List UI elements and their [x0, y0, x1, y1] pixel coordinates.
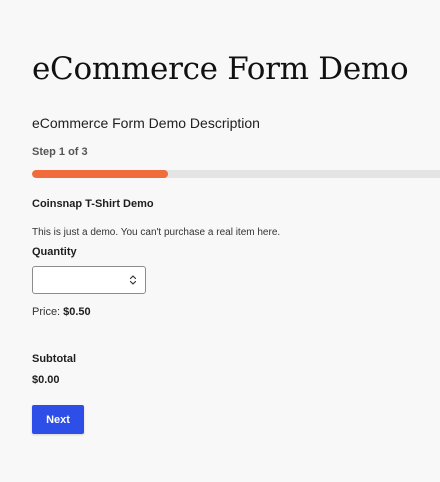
quantity-input[interactable] [32, 266, 146, 294]
subtotal-value: $0.00 [32, 374, 60, 386]
progress-bar-fill [32, 170, 168, 178]
price-row: Price: $0.50 [32, 305, 91, 319]
product-name: Coinsnap T-Shirt Demo [32, 198, 154, 210]
quantity-label: Quantity [32, 246, 77, 258]
price-value: $0.50 [63, 306, 91, 318]
spinner-arrows-icon[interactable] [129, 274, 137, 286]
page-title: eCommerce Form Demo [32, 51, 409, 87]
product-description: This is just a demo. You can't purchase … [32, 227, 281, 238]
form-description: eCommerce Form Demo Description [32, 115, 260, 131]
progress-bar [32, 170, 440, 178]
price-label: Price: [32, 306, 61, 318]
step-indicator: Step 1 of 3 [32, 146, 88, 158]
subtotal-label: Subtotal [32, 353, 76, 365]
next-button[interactable]: Next [32, 405, 84, 434]
